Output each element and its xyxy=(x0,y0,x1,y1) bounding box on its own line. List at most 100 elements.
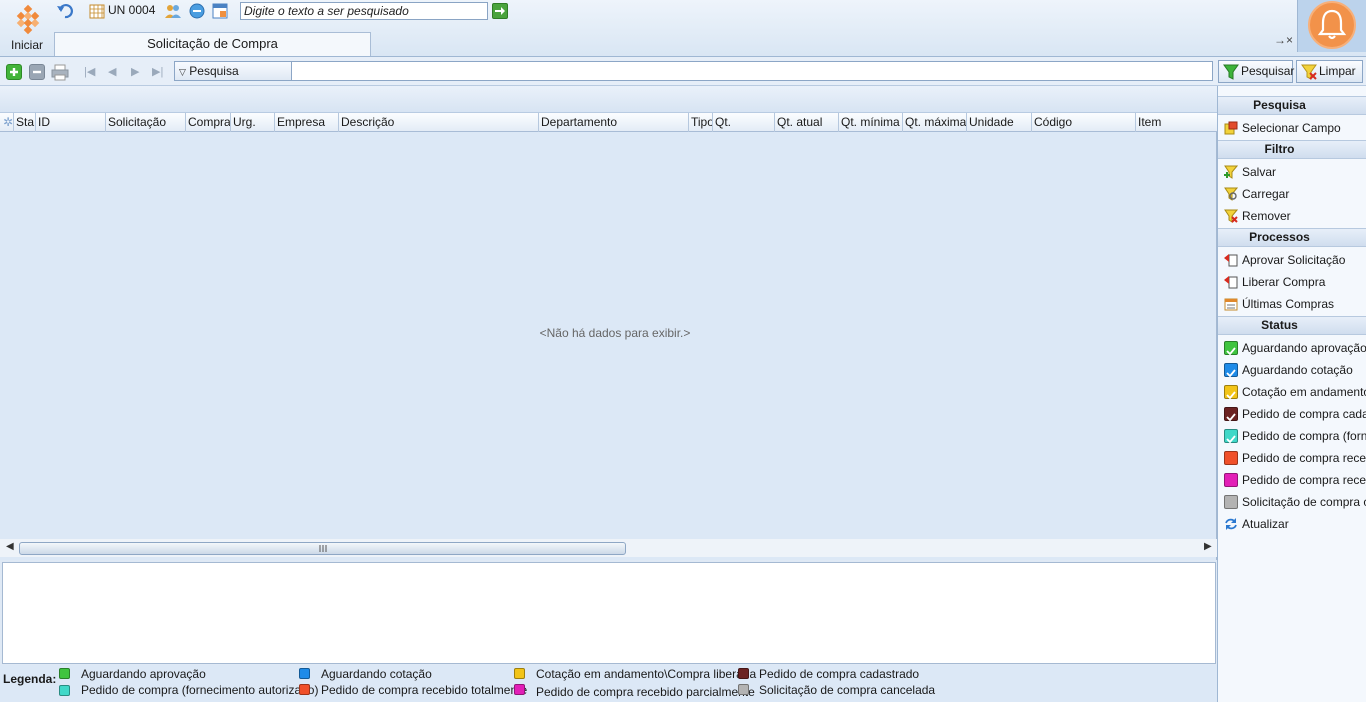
column-header-id[interactable]: ID xyxy=(36,113,106,132)
calendar-list-icon xyxy=(1224,298,1238,311)
legend-title: Legenda: xyxy=(3,672,57,686)
plus-icon xyxy=(10,68,18,76)
clear-button-label: Limpar xyxy=(1319,64,1356,78)
column-header-departamento[interactable]: Departamento xyxy=(539,113,689,132)
status-color-swatch xyxy=(738,668,749,679)
filter-load-button[interactable]: Carregar xyxy=(1218,183,1366,205)
column-header-tipo[interactable]: Tipo xyxy=(689,113,713,132)
search-button[interactable]: Pesquisar xyxy=(1218,60,1295,83)
scroll-right-icon[interactable]: ▶ xyxy=(1204,541,1212,552)
column-header-solicitacao[interactable]: Solicitação xyxy=(106,113,186,132)
column-header-descricao[interactable]: Descrição xyxy=(339,113,539,132)
section-header-processos[interactable]: Processos xyxy=(1218,228,1366,247)
column-header-qt-maxima[interactable]: Qt. máxima xyxy=(903,113,967,132)
next-record-icon[interactable]: ▶ xyxy=(131,66,143,78)
empty-grid-message: <Não há dados para exibir.> xyxy=(539,326,691,340)
scroll-left-icon[interactable]: ◀ xyxy=(6,541,14,552)
top-toolbar: Iniciar UN 0004 Solicitação de xyxy=(0,0,1366,56)
notifications-button[interactable] xyxy=(1297,0,1366,52)
status-filter-recebido-parcialmente[interactable]: Pedido de compra recebido parcialmente xyxy=(1218,469,1366,491)
refresh-button[interactable]: Atualizar xyxy=(1218,513,1366,535)
column-header-item[interactable]: Item xyxy=(1136,113,1217,132)
window-layout-icon[interactable] xyxy=(211,2,229,20)
search-button-label: Pesquisar xyxy=(1241,64,1295,78)
users-icon[interactable] xyxy=(164,2,182,20)
section-header-status[interactable]: Status xyxy=(1218,316,1366,335)
remove-button[interactable] xyxy=(29,64,45,80)
scrollbar-thumb[interactable] xyxy=(19,542,626,555)
clear-filter-icon xyxy=(1301,64,1317,80)
approve-document-icon xyxy=(1224,254,1238,267)
search-input[interactable] xyxy=(292,61,1213,81)
select-field-icon xyxy=(1224,121,1238,135)
checkbox-checked-icon xyxy=(1224,341,1238,356)
status-filter-aguardando-cotacao[interactable]: Aguardando cotação xyxy=(1218,359,1366,381)
data-grid: ✲ Sta ID Solicitação Compra Urg. Empresa… xyxy=(0,86,1217,560)
business-unit-label[interactable]: UN 0004 xyxy=(108,3,155,17)
first-record-icon[interactable]: |◀ xyxy=(84,66,96,78)
section-header-pesquisa[interactable]: Pesquisa xyxy=(1218,96,1366,115)
section-header-filtro[interactable]: Filtro xyxy=(1218,140,1366,159)
previous-record-icon[interactable]: ◀ xyxy=(108,66,120,78)
chevron-down-icon: ▽ xyxy=(179,67,186,77)
column-header-qt[interactable]: Qt. xyxy=(713,113,775,132)
last-purchases-button[interactable]: Últimas Compras xyxy=(1218,293,1366,315)
column-header-codigo[interactable]: Código xyxy=(1032,113,1136,132)
search-mode-label: Pesquisa xyxy=(189,64,239,78)
checkbox-checked-icon xyxy=(1224,407,1238,422)
last-record-icon[interactable]: ▶| xyxy=(152,66,164,78)
start-button[interactable]: Iniciar xyxy=(4,2,50,54)
minus-icon xyxy=(33,70,41,74)
filter-remove-button[interactable]: Remover xyxy=(1218,205,1366,227)
legend: Legenda: Aguardando aprovação Pedido de … xyxy=(0,665,1217,702)
filter-remove-icon xyxy=(1224,209,1238,223)
column-header-empresa[interactable]: Empresa xyxy=(275,113,339,132)
status-filter-pedido-cadastrado[interactable]: Pedido de compra cadastrado xyxy=(1218,403,1366,425)
select-field-button[interactable]: Selecionar Campo xyxy=(1218,117,1366,139)
status-color-swatch xyxy=(59,668,70,679)
calendar-icon[interactable] xyxy=(88,2,106,20)
filter-load-icon xyxy=(1224,187,1238,201)
status-filter-cotacao-em-andamento[interactable]: Cotação em andamento\Compra liberada xyxy=(1218,381,1366,403)
status-filter-recebido-totalmente[interactable]: Pedido de compra recebido totalmente xyxy=(1218,447,1366,469)
column-header-qt-atual[interactable]: Qt. atual xyxy=(775,113,839,132)
release-document-icon xyxy=(1224,276,1238,289)
grip-icon xyxy=(319,545,327,552)
minimize-window-icon[interactable] xyxy=(188,2,206,20)
status-color-swatch xyxy=(59,685,70,696)
quick-search-input[interactable] xyxy=(240,2,488,20)
actions-side-panel: Pesquisa Selecionar Campo Filtro Salvar … xyxy=(1217,86,1366,702)
release-purchase-button[interactable]: Liberar Compra xyxy=(1218,271,1366,293)
bell-icon xyxy=(1317,9,1347,40)
arrow-right-icon xyxy=(495,7,505,15)
filter-save-button[interactable]: Salvar xyxy=(1218,161,1366,183)
column-header-unidade[interactable]: Unidade xyxy=(967,113,1032,132)
approve-request-button[interactable]: Aprovar Solicitação xyxy=(1218,249,1366,271)
column-chooser-icon[interactable]: ✲ xyxy=(0,113,14,132)
go-search-button[interactable] xyxy=(492,3,508,19)
status-color-swatch xyxy=(299,684,310,695)
group-by-band[interactable] xyxy=(0,86,1217,113)
filter-save-icon xyxy=(1224,165,1238,179)
checkbox-checked-icon xyxy=(1224,363,1238,378)
column-header-qt-minima[interactable]: Qt. mínima xyxy=(839,113,903,132)
close-tab-button[interactable]: →× xyxy=(1274,33,1293,47)
print-icon[interactable] xyxy=(51,63,69,81)
add-button[interactable] xyxy=(6,64,22,80)
refresh-icon xyxy=(1225,518,1237,530)
status-color-swatch xyxy=(514,668,525,679)
clear-button[interactable]: Limpar xyxy=(1296,60,1363,83)
app-logo-icon xyxy=(16,4,40,35)
status-filter-solicitacao-cancelada[interactable]: Solicitação de compra cancelada xyxy=(1218,491,1366,513)
record-toolbar: |◀ ◀ ▶ ▶| ▽ Pesquisa Pesquisar Limpar xyxy=(0,56,1366,86)
search-mode-dropdown[interactable]: ▽ Pesquisa xyxy=(174,61,292,81)
column-header-compra[interactable]: Compra xyxy=(186,113,231,132)
tab-solicitacao-compra[interactable]: Solicitação de Compra xyxy=(54,32,371,56)
status-filter-fornecimento-autorizado[interactable]: Pedido de compra (fornecimento autorizad… xyxy=(1218,425,1366,447)
column-header-urgencia[interactable]: Urg. xyxy=(231,113,275,132)
horizontal-scrollbar[interactable]: ◀ ▶ xyxy=(0,539,1217,557)
checkbox-icon xyxy=(1224,495,1238,509)
status-filter-aguardando-aprovacao[interactable]: Aguardando aprovação xyxy=(1218,337,1366,359)
column-header-sta[interactable]: Sta xyxy=(14,113,36,132)
undo-icon[interactable] xyxy=(56,2,74,20)
